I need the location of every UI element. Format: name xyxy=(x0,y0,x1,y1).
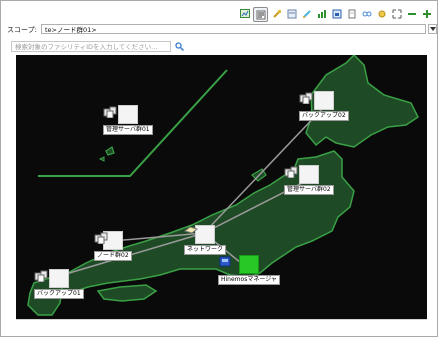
wrench-icon[interactable] xyxy=(270,7,283,20)
node-hinemos-manager[interactable]: Hinemosマネージャ xyxy=(218,255,280,285)
server-group-icon xyxy=(299,91,334,110)
filter-icon[interactable] xyxy=(253,7,268,22)
node-nodes-group-02[interactable]: ノード群02 xyxy=(94,231,132,261)
small-island-shape xyxy=(98,156,105,162)
oki-island-shape xyxy=(105,146,115,156)
plus-icon[interactable] xyxy=(420,7,433,20)
minus-icon[interactable] xyxy=(405,7,418,20)
diagram-icon[interactable] xyxy=(330,7,343,20)
page-icon[interactable] xyxy=(345,7,358,20)
shikoku-shape xyxy=(96,284,158,302)
manager-icon xyxy=(219,255,259,274)
settings-icon[interactable] xyxy=(375,7,388,20)
list-icon[interactable] xyxy=(285,7,298,20)
chart-icon[interactable] xyxy=(315,7,328,20)
network-icon xyxy=(184,225,215,244)
node-label: 管理サーバ群01 xyxy=(103,125,153,135)
facility-map[interactable]: 管理サーバ群01 バックアップ02 管理サーバ群02 ネットワーク ノード群02… xyxy=(16,55,427,319)
link-icon[interactable] xyxy=(360,7,373,20)
pencil-icon[interactable] xyxy=(300,7,313,20)
server-group-icon xyxy=(34,269,69,288)
map-icon[interactable] xyxy=(238,7,251,20)
node-label: バックアップ02 xyxy=(299,111,349,121)
search-icon[interactable] xyxy=(174,41,184,51)
search-input[interactable]: 検索対象のファシリティIDを入力してください... xyxy=(11,41,171,52)
node-backup-02[interactable]: バックアップ02 xyxy=(299,91,349,121)
scope-label: スコープ: xyxy=(7,26,37,34)
node-server-group-01[interactable]: 管理サーバ群01 xyxy=(103,105,153,135)
node-label: Hinemosマネージャ xyxy=(218,275,280,285)
node-network[interactable]: ネットワーク xyxy=(184,225,227,255)
node-label: 管理サーバ群02 xyxy=(284,185,334,195)
node-server-group-02[interactable]: 管理サーバ群02 xyxy=(284,165,334,195)
map-view-frame: スコープ: te>ノード群01> 検索対象のファシリティIDを入力してください.… xyxy=(0,0,438,337)
scope-select[interactable]: te>ノード群01> xyxy=(41,24,426,34)
node-label: ネットワーク xyxy=(184,245,227,255)
node-label: ノード群02 xyxy=(94,251,132,261)
status-strip xyxy=(16,319,427,330)
node-label: バックアップ01 xyxy=(34,289,84,299)
toolbar xyxy=(238,7,433,22)
fit-icon[interactable] xyxy=(390,7,403,20)
chevron-down-icon[interactable] xyxy=(428,24,437,34)
node-backup-01[interactable]: バックアップ01 xyxy=(34,269,84,299)
server-group-icon xyxy=(94,231,123,250)
server-group-icon xyxy=(103,105,138,124)
server-group-icon xyxy=(284,165,319,184)
